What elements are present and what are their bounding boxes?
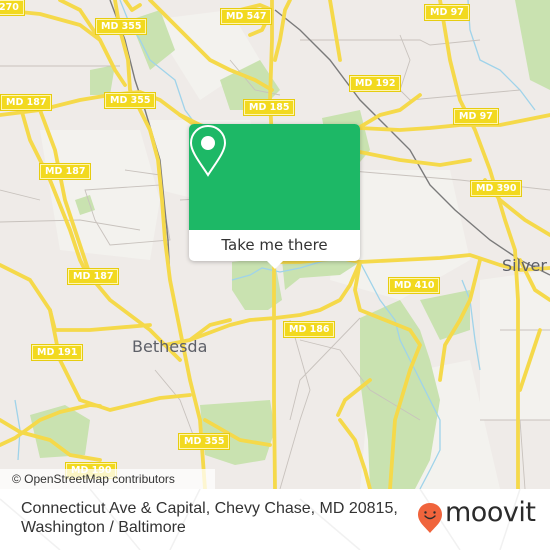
road-label-md355: MD 355: [105, 93, 156, 108]
address-line-1: Connecticut Ave & Capital, Chevy Chase, …: [21, 500, 398, 517]
popup-header: [189, 124, 360, 230]
road-label-md191: MD 191: [32, 345, 83, 360]
osm-attribution[interactable]: © OpenStreetMap contributors: [0, 469, 215, 489]
road-label-md186: MD 186: [284, 322, 335, 337]
road-label-md355: MD 355: [179, 434, 230, 449]
place-label-bethesda: Bethesda: [132, 337, 208, 356]
road-label-md410: MD 410: [389, 278, 440, 293]
address-text: Connecticut Ave & Capital, Chevy Chase, …: [21, 499, 398, 537]
road-label-md187: MD 187: [68, 269, 119, 284]
road-label-md547: MD 547: [221, 9, 272, 24]
map-pin-icon: [189, 124, 227, 177]
road-label-md185: MD 185: [244, 100, 295, 115]
road-label-270: 270: [0, 0, 24, 15]
road-label-md192: MD 192: [350, 76, 401, 91]
road-label-md187: MD 187: [1, 95, 52, 110]
moovit-brand[interactable]: moovit: [445, 498, 536, 528]
road-label-md187: MD 187: [40, 164, 91, 179]
road-label-md97: MD 97: [454, 109, 498, 124]
moovit-logo-icon[interactable]: [417, 502, 443, 534]
location-popup: Take me there: [189, 124, 360, 269]
map[interactable]: 270 MD 355 MD 547 MD 97 MD 187 MD 355 MD…: [0, 0, 550, 489]
road-label-md355: MD 355: [96, 19, 147, 34]
address-line-2: Washington / Baltimore: [21, 519, 186, 536]
take-me-there-button[interactable]: Take me there: [189, 230, 360, 261]
road-label-md97: MD 97: [425, 5, 469, 20]
popup-pointer: [267, 261, 283, 269]
place-label-silver-spring: Silver: [502, 256, 547, 275]
road-label-md390: MD 390: [471, 181, 522, 196]
